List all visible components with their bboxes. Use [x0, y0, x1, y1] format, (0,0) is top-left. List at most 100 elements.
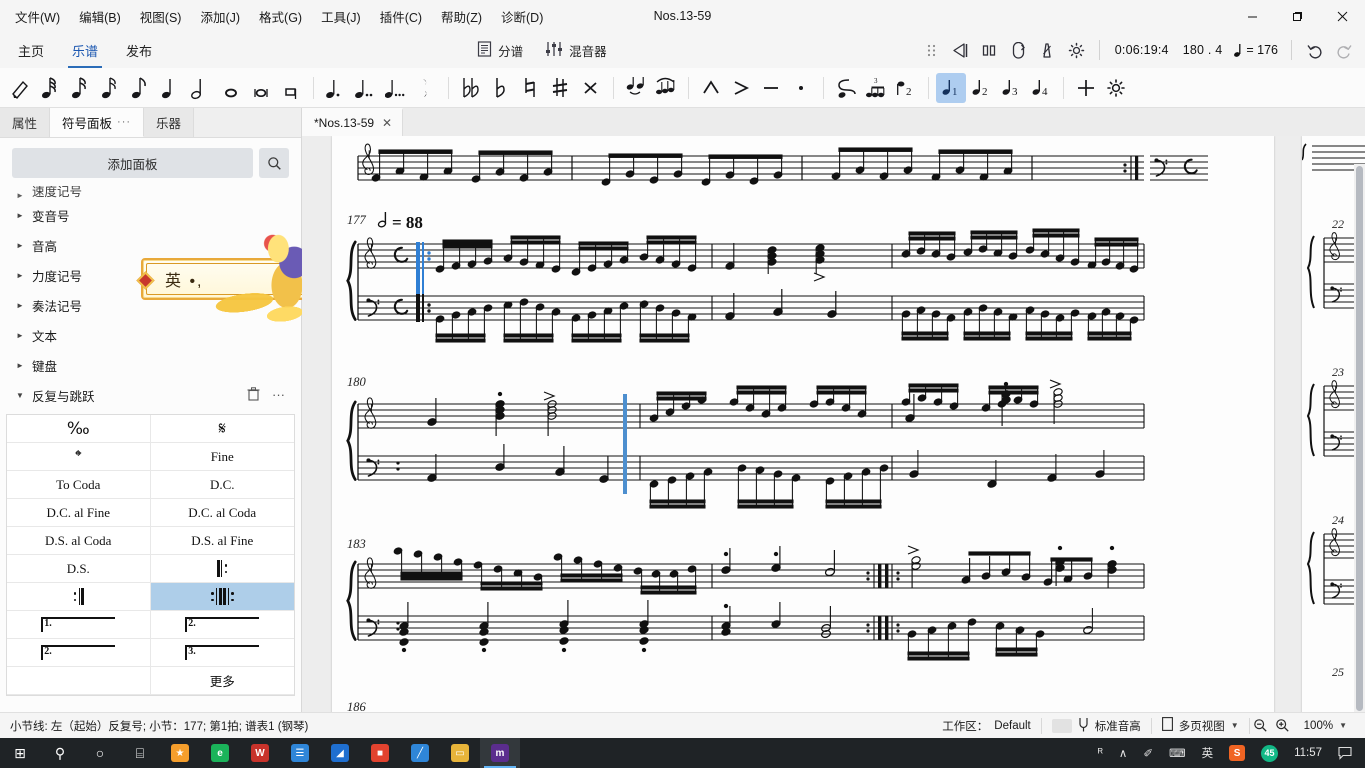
- flip-direction-icon[interactable]: [831, 73, 861, 103]
- menu-diagnostic[interactable]: 诊断(D): [492, 1, 552, 32]
- chevron-right-icon[interactable]: ►: [16, 191, 32, 200]
- menu-file[interactable]: 文件(W): [6, 1, 69, 32]
- symbol-dc-al-coda[interactable]: D.C. al Coda: [150, 499, 294, 527]
- search-icon[interactable]: [259, 148, 289, 178]
- symbol-ds-al-fine[interactable]: D.S. al Fine: [150, 527, 294, 555]
- menu-tools[interactable]: 工具(J): [312, 1, 370, 32]
- duration-16th[interactable]: [96, 73, 126, 103]
- zoom-level-selector[interactable]: 100% ▼: [1294, 720, 1357, 732]
- scrollbar-thumb[interactable]: [1356, 166, 1363, 711]
- symbol-fine[interactable]: Fine: [150, 443, 294, 471]
- voice-2-button[interactable]: 2: [966, 73, 996, 103]
- add-panel-button[interactable]: 添加面板: [12, 148, 253, 178]
- natural-icon[interactable]: [516, 73, 546, 103]
- loop-icon[interactable]: [1005, 37, 1032, 63]
- workspace-selector[interactable]: 工作区： Default: [932, 718, 1040, 734]
- app-blue[interactable]: ◢: [320, 738, 360, 768]
- chevron-right-icon[interactable]: ►: [16, 301, 32, 310]
- tray-keyboard-icon[interactable]: ⌨: [1162, 738, 1193, 768]
- dot-triple[interactable]: [381, 73, 411, 103]
- notification-icon[interactable]: [1331, 738, 1359, 768]
- close-button[interactable]: [1320, 0, 1365, 32]
- category-pitch[interactable]: ► 音高: [0, 230, 301, 260]
- dot-single[interactable]: [321, 73, 351, 103]
- menu-format[interactable]: 格式(G): [250, 1, 311, 32]
- category-dynamics[interactable]: ► 力度记号: [0, 260, 301, 290]
- voice-3-button[interactable]: 3: [996, 73, 1026, 103]
- category-articulations[interactable]: ► 奏法记号: [0, 290, 301, 320]
- pause-icon[interactable]: [976, 37, 1003, 63]
- dot-double[interactable]: [351, 73, 381, 103]
- maximize-button[interactable]: [1275, 0, 1320, 32]
- more-icon[interactable]: ···: [272, 387, 285, 404]
- tab-symbol-panel[interactable]: 符号面板 ···: [50, 108, 145, 137]
- tray-pen-icon[interactable]: ✐: [1136, 738, 1160, 768]
- metronome-icon[interactable]: [1034, 37, 1061, 63]
- symbol-volta-1[interactable]: 1.: [7, 611, 151, 639]
- tray-chevron-up-icon[interactable]: ∧: [1112, 738, 1134, 768]
- symbol-volta-2b[interactable]: 2.: [7, 639, 151, 667]
- panel-overflow-icon[interactable]: ···: [117, 116, 131, 128]
- app-explorer[interactable]: ▭: [440, 738, 480, 768]
- ribbon-tab-0[interactable]: 主页: [4, 32, 58, 68]
- app-star[interactable]: ★: [160, 738, 200, 768]
- chevron-right-icon[interactable]: ►: [16, 331, 32, 340]
- duration-32nd[interactable]: [66, 73, 96, 103]
- tenuto-icon[interactable]: [756, 73, 786, 103]
- add-icon[interactable]: [1071, 73, 1101, 103]
- duration-64th[interactable]: [36, 73, 66, 103]
- double-sharp-icon[interactable]: [576, 73, 606, 103]
- category-repeats-jumps[interactable]: ▼ 反复与跳跃 ···: [0, 380, 301, 410]
- gear-icon[interactable]: [1063, 37, 1090, 63]
- category-tempo-marks[interactable]: ► 速度记号: [0, 186, 301, 200]
- menu-view[interactable]: 视图(S): [131, 1, 191, 32]
- menu-plugins[interactable]: 插件(C): [371, 1, 431, 32]
- symbol-ds-al-coda[interactable]: D.S. al Coda: [7, 527, 151, 555]
- voice-0-icon[interactable]: 2: [891, 73, 921, 103]
- rewind-icon[interactable]: [947, 37, 974, 63]
- note-input-pencil[interactable]: [6, 73, 36, 103]
- marcato-icon[interactable]: [696, 73, 726, 103]
- symbol-dc-al-fine[interactable]: D.C. al Fine: [7, 499, 151, 527]
- flat-icon[interactable]: [486, 73, 516, 103]
- score-canvas[interactable]: 177 = 88 180 183 186 22 23 24 25: [302, 136, 1365, 712]
- zoom-in-icon[interactable]: [1272, 716, 1294, 736]
- search-icon[interactable]: ⚲: [40, 738, 80, 768]
- tray-people-icon[interactable]: ᴿ: [1091, 738, 1110, 768]
- staccato-icon[interactable]: [786, 73, 816, 103]
- score-page-1[interactable]: 177 = 88 180 183 186: [332, 136, 1274, 712]
- category-accidentals[interactable]: ► 变音号: [0, 200, 301, 230]
- duration-whole[interactable]: [216, 73, 246, 103]
- chevron-right-icon[interactable]: ►: [16, 241, 32, 250]
- symbol-start-repeat[interactable]: [150, 555, 294, 583]
- tie-icon[interactable]: [621, 73, 651, 103]
- symbol-end-start-repeat[interactable]: [150, 583, 294, 611]
- voice-1-button[interactable]: 1: [936, 72, 966, 103]
- taskbar-clock[interactable]: 11:57: [1287, 738, 1329, 768]
- slur-icon[interactable]: [651, 73, 681, 103]
- symbol-dc[interactable]: D.C.: [150, 471, 294, 499]
- symbol-segno[interactable]: 𝄋: [150, 415, 294, 443]
- chevron-right-icon[interactable]: ►: [16, 271, 32, 280]
- double-flat-icon[interactable]: [456, 73, 486, 103]
- accent-icon[interactable]: [726, 73, 756, 103]
- duration-quarter[interactable]: [156, 73, 186, 103]
- symbol-volta-3[interactable]: 3.: [150, 639, 294, 667]
- mixer-button[interactable]: 混音器: [536, 37, 616, 64]
- undo-icon[interactable]: [1301, 37, 1328, 63]
- symbol-coda[interactable]: 𝄌: [7, 443, 151, 471]
- symbol-end-repeat[interactable]: [7, 583, 151, 611]
- category-text[interactable]: ► 文本: [0, 320, 301, 350]
- category-keyboard[interactable]: ► 键盘: [0, 350, 301, 380]
- task-view-icon[interactable]: ⌸: [120, 738, 160, 768]
- tray-ime-icon[interactable]: 英: [1195, 738, 1221, 768]
- drag-grip-icon[interactable]: [918, 37, 945, 63]
- app-pen[interactable]: ╱: [400, 738, 440, 768]
- voice-4-button[interactable]: 4: [1026, 73, 1056, 103]
- tuplet-icon[interactable]: 3: [861, 73, 891, 103]
- symbol-volta-2a[interactable]: 2.: [150, 611, 294, 639]
- sharp-icon[interactable]: [546, 73, 576, 103]
- symbol-more[interactable]: 更多: [150, 667, 294, 695]
- cortana-icon[interactable]: ○: [80, 738, 120, 768]
- start-button[interactable]: ⊞: [0, 738, 40, 768]
